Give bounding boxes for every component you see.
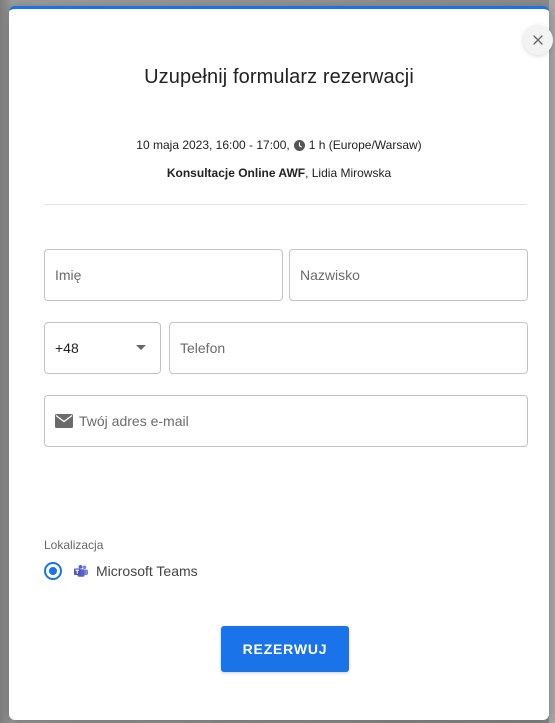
location-radio[interactable] [44, 562, 62, 580]
email-field[interactable]: Twój adres e-mail [44, 395, 528, 447]
provider-name: , Lidia Mirowska [305, 166, 392, 180]
service-name: Konsultacje Online AWF [166, 166, 306, 180]
clock-icon [293, 139, 305, 151]
close-button[interactable] [523, 25, 553, 55]
radio-selected-dot [49, 567, 57, 575]
page-backdrop-edge [549, 0, 555, 723]
reserve-button[interactable]: REZERWUJ [221, 626, 349, 672]
phone-prefix-value: +48 [55, 340, 79, 356]
last-name-field[interactable]: Nazwisko [289, 249, 528, 301]
dialog-title: Uzupełnij formularz rezerwacji [144, 66, 414, 88]
duration-text: 1 h (Europe/Warsaw) [308, 138, 422, 152]
dropdown-arrow-icon [136, 345, 146, 350]
mail-icon [55, 414, 73, 428]
microsoft-teams-icon [74, 564, 88, 577]
phone-prefix-select[interactable]: +48 [44, 322, 161, 374]
datetime-text: 10 maja 2023, 16:00 - 17:00, [136, 138, 290, 152]
first-name-field[interactable]: Imię [44, 249, 283, 301]
first-name-placeholder: Imię [55, 267, 82, 283]
phone-field[interactable]: Telefon [169, 322, 528, 374]
phone-placeholder: Telefon [180, 340, 226, 356]
location-option[interactable]: Microsoft Teams [44, 562, 198, 580]
email-placeholder: Twój adres e-mail [79, 413, 189, 429]
booking-dialog: Uzupełnij formularz rezerwacji 10 maja 2… [9, 6, 553, 720]
booking-service: Konsultacje Online AWF, Lidia Mirowska [9, 166, 549, 180]
location-option-label: Microsoft Teams [96, 563, 198, 579]
booking-datetime: 10 maja 2023, 16:00 - 17:00, 1 h (Europe… [9, 138, 549, 152]
close-icon [533, 35, 543, 45]
divider [44, 204, 527, 205]
location-label: Lokalizacja [44, 538, 104, 552]
last-name-placeholder: Nazwisko [300, 267, 360, 283]
